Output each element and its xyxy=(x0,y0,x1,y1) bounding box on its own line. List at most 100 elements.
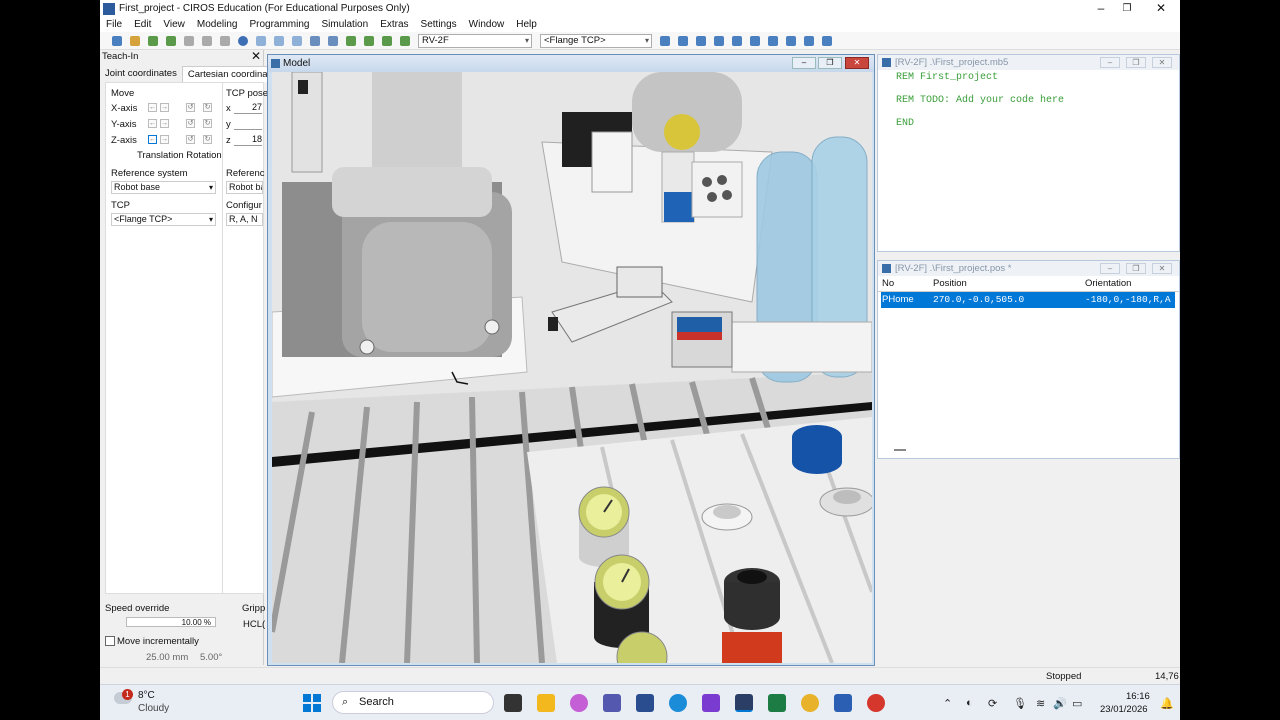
network-status-icon[interactable]: ◐ xyxy=(966,697,973,709)
reference-select-2[interactable]: Robot ba xyxy=(226,181,263,194)
file-explorer-icon[interactable] xyxy=(537,694,555,712)
acrobat-icon[interactable] xyxy=(867,694,885,712)
pose-y-field[interactable] xyxy=(234,118,262,130)
chrome-icon[interactable] xyxy=(801,694,819,712)
jog-icon[interactable] xyxy=(678,35,688,46)
menu-settings[interactable]: Settings xyxy=(415,17,463,32)
positions-minimize-button[interactable]: – xyxy=(1100,263,1120,274)
menu-extras[interactable]: Extras xyxy=(374,17,414,32)
model-maximize-button[interactable]: ❐ xyxy=(818,57,842,69)
ry-minus-button[interactable]: ↺ xyxy=(186,119,195,128)
menu-window[interactable]: Window xyxy=(463,17,511,32)
jog-3-icon[interactable] xyxy=(714,35,724,46)
run-to-icon[interactable] xyxy=(382,35,392,46)
pose-x-field[interactable]: 27 xyxy=(234,102,262,114)
model-close-button[interactable]: ✕ xyxy=(845,57,869,69)
clock-time[interactable]: 16:16 xyxy=(1126,691,1150,702)
x-plus-button[interactable]: → xyxy=(160,103,169,112)
rx-minus-button[interactable]: ↺ xyxy=(186,103,195,112)
menu-modeling[interactable]: Modeling xyxy=(191,17,244,32)
frame-icon[interactable] xyxy=(256,35,266,46)
teams-icon[interactable] xyxy=(603,694,621,712)
configuration-field[interactable]: R, A, N xyxy=(226,213,263,226)
z-minus-button[interactable]: ← xyxy=(148,135,157,144)
globe-icon[interactable] xyxy=(238,35,248,46)
pointer-icon[interactable] xyxy=(750,35,760,46)
code-line-5[interactable]: END xyxy=(896,118,914,129)
new-icon[interactable] xyxy=(112,35,122,46)
3d-viewport[interactable] xyxy=(272,72,872,663)
play-icon[interactable] xyxy=(346,35,356,46)
task-view-icon[interactable] xyxy=(504,694,522,712)
code-line-1[interactable]: REM First_project xyxy=(896,72,998,83)
table-row[interactable]: PHome 270.0,-0.0,505.0 -180,0,-180,R,A xyxy=(881,292,1175,308)
z-plus-button[interactable]: → xyxy=(160,135,169,144)
y-plus-button[interactable]: → xyxy=(160,119,169,128)
save-all-icon[interactable] xyxy=(166,35,176,46)
horizontal-scrollbar[interactable] xyxy=(894,449,906,451)
program-close-button[interactable]: ✕ xyxy=(1152,57,1172,68)
column-no[interactable]: No xyxy=(882,278,894,289)
step-icon[interactable] xyxy=(364,35,374,46)
model-minimize-button[interactable]: – xyxy=(792,57,816,69)
word-icon[interactable] xyxy=(834,694,852,712)
windows-start-icon[interactable] xyxy=(303,694,321,712)
robot-select[interactable]: RV-2F ▾ xyxy=(418,33,532,48)
pose-z-field[interactable]: 18 xyxy=(234,134,262,146)
copy-icon[interactable] xyxy=(202,35,212,46)
menu-help[interactable]: Help xyxy=(510,17,543,32)
code-line-3[interactable]: REM TODO: Add your code here xyxy=(896,95,1064,106)
ciros-taskbar-icon[interactable] xyxy=(735,694,753,712)
help-icon[interactable] xyxy=(822,35,832,46)
paste-icon[interactable] xyxy=(220,35,230,46)
notification-bell-icon[interactable]: 🔔 xyxy=(1160,697,1174,710)
jog-2-icon[interactable] xyxy=(696,35,706,46)
positions-maximize-button[interactable]: ❐ xyxy=(1126,263,1146,274)
rz-minus-button[interactable]: ↺ xyxy=(186,135,195,144)
program-minimize-button[interactable]: – xyxy=(1100,57,1120,68)
microphone-icon[interactable]: 🎙 xyxy=(1013,697,1027,710)
edge-icon[interactable] xyxy=(669,694,687,712)
store-icon[interactable] xyxy=(636,694,654,712)
speed-override-slider[interactable]: 10.00 % xyxy=(126,617,216,627)
search-box[interactable]: ⌕ Search xyxy=(332,691,494,714)
cut-icon[interactable] xyxy=(184,35,194,46)
x-minus-button[interactable]: ← xyxy=(148,103,157,112)
tcp-select[interactable]: <Flange TCP> ▾ xyxy=(540,33,652,48)
step-back-icon[interactable] xyxy=(328,35,338,46)
move-incrementally-checkbox[interactable] xyxy=(105,636,115,646)
open-icon[interactable] xyxy=(130,35,140,46)
excel-icon[interactable] xyxy=(768,694,786,712)
clock-date[interactable]: 23/01/2026 xyxy=(1100,704,1148,715)
chevron-up-icon[interactable]: ⌃ xyxy=(943,697,952,710)
menu-file[interactable]: File xyxy=(100,17,128,32)
positions-close-button[interactable]: ✕ xyxy=(1152,263,1172,274)
menu-simulation[interactable]: Simulation xyxy=(315,17,374,32)
tcp-select-panel[interactable]: <Flange TCP> ▾ xyxy=(111,213,216,226)
app-icon[interactable] xyxy=(702,694,720,712)
tab-joint-coordinates[interactable]: Joint coordinates xyxy=(100,66,182,82)
column-orientation[interactable]: Orientation xyxy=(1085,278,1131,289)
layout-icon[interactable] xyxy=(786,35,796,46)
rx-plus-button[interactable]: ↻ xyxy=(203,103,212,112)
sync-icon[interactable] xyxy=(292,35,302,46)
program-maximize-button[interactable]: ❐ xyxy=(1126,57,1146,68)
window-icon[interactable] xyxy=(804,35,814,46)
weather-desc[interactable]: Cloudy xyxy=(138,703,169,714)
weather-temp[interactable]: 8°C xyxy=(138,690,155,701)
y-minus-button[interactable]: ← xyxy=(148,119,157,128)
frame-selected-icon[interactable] xyxy=(274,35,284,46)
sync-tray-icon[interactable]: ⟳ xyxy=(988,697,997,710)
gripper-icon[interactable] xyxy=(732,35,742,46)
step-over-icon[interactable] xyxy=(400,35,410,46)
rz-plus-button[interactable]: ↻ xyxy=(203,135,212,144)
close-icon[interactable]: ✕ xyxy=(251,49,261,63)
reference-system-select[interactable]: Robot base ▾ xyxy=(111,181,216,194)
wifi-icon[interactable]: ≋ xyxy=(1036,697,1045,710)
copilot-icon[interactable] xyxy=(570,694,588,712)
connect-icon[interactable] xyxy=(310,35,320,46)
menu-view[interactable]: View xyxy=(157,17,191,32)
menu-programming[interactable]: Programming xyxy=(243,17,315,32)
column-position[interactable]: Position xyxy=(933,278,967,289)
ry-plus-button[interactable]: ↻ xyxy=(203,119,212,128)
